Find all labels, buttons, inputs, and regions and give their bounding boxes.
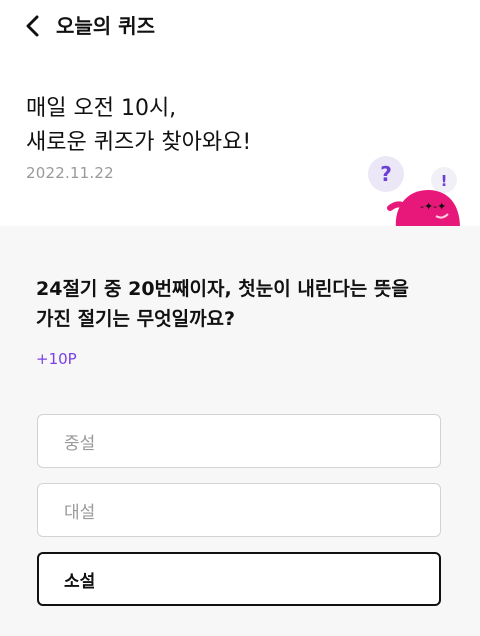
chevron-left-icon xyxy=(26,15,39,37)
points-reward: +10P xyxy=(36,350,77,368)
quiz-question: 24절기 중 20번째이자, 첫눈이 내린다는 뜻을 가진 절기는 무엇일까요? xyxy=(36,274,446,334)
answer-option-3[interactable]: 소설 xyxy=(37,552,441,606)
quiz-date: 2022.11.22 xyxy=(26,164,114,182)
mascot-eyes: -✦-✦ xyxy=(420,200,446,213)
mascot-arm xyxy=(387,201,409,213)
intro-line-2: 새로운 퀴즈가 찾아와요! xyxy=(26,130,252,155)
question-line-1: 24절기 중 20번째이자, 첫눈이 내린다는 뜻을 xyxy=(36,278,409,300)
intro-line-1: 매일 오전 10시, xyxy=(26,96,177,121)
exclamation-text: ! xyxy=(441,172,448,190)
answer-option-2[interactable]: 대설 xyxy=(37,483,441,537)
question-line-2: 가진 절기는 무엇일까요? xyxy=(36,308,236,330)
back-button[interactable] xyxy=(18,10,48,42)
answer-option-label: 소설 xyxy=(64,571,96,592)
answer-option-label: 대설 xyxy=(64,502,96,523)
answer-option-label: 중설 xyxy=(64,433,96,454)
header-bar: 오늘의 퀴즈 xyxy=(0,0,480,52)
page-title: 오늘의 퀴즈 xyxy=(56,14,155,38)
mascot-illustration: ? ! -✦-✦ xyxy=(368,156,460,228)
answer-option-1[interactable]: 중설 xyxy=(37,414,441,468)
quiz-panel: 24절기 중 20번째이자, 첫눈이 내린다는 뜻을 가진 절기는 무엇일까요?… xyxy=(0,226,480,636)
intro-text: 매일 오전 10시, 새로운 퀴즈가 찾아와요! xyxy=(26,92,356,160)
question-mark-text: ? xyxy=(380,162,392,186)
